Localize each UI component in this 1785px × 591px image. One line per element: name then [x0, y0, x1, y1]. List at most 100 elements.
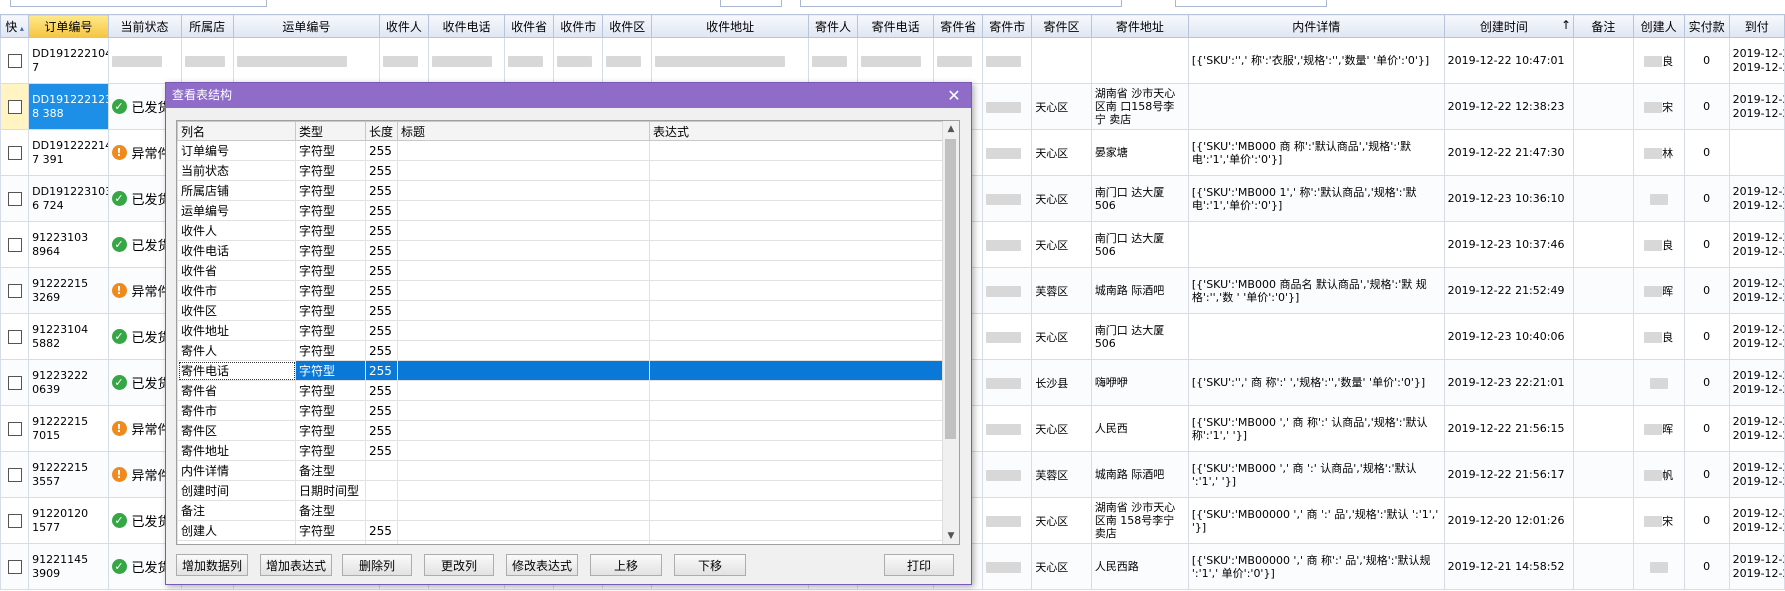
row-checkbox-cell[interactable] [0, 313, 30, 360]
column-header[interactable]: 创建时间 ↑ [1443, 14, 1575, 38]
order-number-cell[interactable]: DD191222123 8 388 [28, 83, 109, 130]
structure-row[interactable]: 寄件地址 字符型 255 [177, 440, 943, 461]
row-checkbox[interactable] [7, 145, 22, 160]
row-checkbox[interactable] [7, 99, 22, 114]
structure-row[interactable]: 寄件省 字符型 255 [177, 380, 943, 401]
structure-row[interactable]: 内件详情 备注型 [177, 460, 943, 481]
filter-input-3[interactable] [800, 0, 1122, 7]
add-data-column-button[interactable]: 增加数据列 [176, 554, 248, 576]
row-checkbox[interactable] [7, 53, 22, 68]
column-header[interactable]: 快 ▴ [0, 14, 30, 38]
row-checkbox-cell[interactable] [0, 37, 30, 84]
row-checkbox[interactable] [7, 467, 22, 482]
structure-row[interactable]: 创建时间 日期时间型 [177, 480, 943, 501]
structure-column-header[interactable]: 类型 [295, 121, 366, 141]
edit-expression-button[interactable]: 修改表达式 [506, 554, 578, 576]
row-checkbox-cell[interactable] [0, 405, 30, 452]
order-number-cell[interactable]: 91223103 8964 [28, 221, 109, 268]
sort-asc-icon[interactable]: ↑ [1561, 18, 1571, 32]
column-header[interactable]: 寄件市 [982, 14, 1033, 38]
column-header[interactable]: 实付款 [1683, 14, 1730, 38]
column-header[interactable]: 收件地址 [651, 14, 809, 38]
column-header[interactable]: 备注 [1573, 14, 1634, 38]
move-down-button[interactable]: 下移 [674, 554, 746, 576]
structure-row[interactable]: 订单编号 字符型 255 [177, 140, 943, 161]
order-number-cell[interactable]: 91221145 3909 [28, 543, 109, 590]
filter-input-2[interactable] [720, 0, 782, 7]
structure-row[interactable]: 收件人 字符型 255 [177, 220, 943, 241]
close-icon[interactable]: ✕ [945, 83, 963, 108]
column-header[interactable]: 收件区 [602, 14, 653, 38]
order-number-cell[interactable]: 91222215 3269 [28, 267, 109, 314]
row-checkbox-cell[interactable] [0, 543, 30, 590]
row-checkbox-cell[interactable] [0, 83, 30, 130]
add-expression-button[interactable]: 增加表达式 [260, 554, 332, 576]
structure-row[interactable]: 收件区 字符型 255 [177, 300, 943, 321]
filter-input-4[interactable] [1175, 0, 1327, 7]
order-number-cell[interactable]: DD191223103 6 724 [28, 175, 109, 222]
structure-column-header[interactable]: 表达式 [649, 121, 943, 141]
structure-row[interactable]: 运单编号 字符型 255 [177, 200, 943, 221]
row-checkbox-cell[interactable] [0, 175, 30, 222]
column-header[interactable]: 收件人 [378, 14, 429, 38]
order-number-cell[interactable]: 91223222 0639 [28, 359, 109, 406]
move-up-button[interactable]: 上移 [590, 554, 662, 576]
structure-column-header[interactable]: 标题 [397, 121, 650, 141]
column-header[interactable]: 创建人 [1632, 14, 1685, 38]
structure-row[interactable]: 创建人 字符型 255 [177, 520, 943, 541]
column-header[interactable]: 寄件电话 [856, 14, 935, 38]
column-header[interactable]: 寄件区 [1031, 14, 1092, 38]
column-header[interactable]: 寄件地址 [1090, 14, 1189, 38]
delete-column-button[interactable]: 删除列 [342, 554, 412, 576]
structure-row[interactable]: 收件省 字符型 255 [177, 260, 943, 281]
order-number-cell[interactable]: 91220120 1577 [28, 497, 109, 544]
print-button[interactable]: 打印 [884, 554, 954, 576]
vertical-scrollbar[interactable]: ▲ ▼ [942, 121, 959, 544]
column-header[interactable]: 订单编号 [28, 14, 109, 38]
order-number-cell[interactable]: 91223104 5882 [28, 313, 109, 360]
scroll-down-icon[interactable]: ▼ [943, 528, 959, 544]
row-checkbox-cell[interactable] [0, 359, 30, 406]
column-header[interactable]: 寄件省 [933, 14, 984, 38]
structure-column-header[interactable]: 列名 [177, 121, 296, 141]
structure-row[interactable]: 寄件区 字符型 255 [177, 420, 943, 441]
row-checkbox-cell[interactable] [0, 267, 30, 314]
order-number-cell[interactable]: DD191222214 7 391 [28, 129, 109, 176]
row-checkbox[interactable] [7, 191, 22, 206]
row-checkbox[interactable] [7, 513, 22, 528]
scroll-thumb[interactable] [945, 139, 956, 439]
structure-row[interactable]: 收件市 字符型 255 [177, 280, 943, 301]
structure-row[interactable]: 寄件人 字符型 255 [177, 340, 943, 361]
row-checkbox-cell[interactable] [0, 451, 30, 498]
scroll-up-icon[interactable]: ▲ [943, 121, 959, 137]
structure-row[interactable]: 寄件电话 字符型 255 [177, 360, 943, 381]
order-number-cell[interactable]: DD191222104 7 [28, 37, 109, 84]
row-checkbox[interactable] [7, 237, 22, 252]
column-header[interactable]: 运单编号 [232, 14, 380, 38]
structure-row[interactable]: 备注 备注型 [177, 500, 943, 521]
structure-row[interactable]: 当前状态 字符型 255 [177, 160, 943, 181]
table-row[interactable]: DD191222104 7 [{'SKU':'',' 称':'衣服','规格':'… [0, 37, 1785, 84]
structure-row[interactable]: 所属店铺 字符型 255 [177, 180, 943, 201]
column-header[interactable]: 寄件人 [807, 14, 858, 38]
row-checkbox-cell[interactable] [0, 221, 30, 268]
structure-row[interactable]: 实付款单精度小数 [177, 540, 943, 544]
row-checkbox-cell[interactable] [0, 129, 30, 176]
order-number-cell[interactable]: 91222215 3557 [28, 451, 109, 498]
order-number-cell[interactable]: 91222215 7015 [28, 405, 109, 452]
column-header[interactable]: 当前状态 [107, 14, 182, 38]
column-header[interactable]: 所属店 [180, 14, 234, 38]
column-header[interactable]: 收件电话 [427, 14, 506, 38]
column-header[interactable]: 到付 [1728, 14, 1785, 38]
row-checkbox-cell[interactable] [0, 497, 30, 544]
filter-input-1[interactable] [10, 0, 267, 7]
change-column-button[interactable]: 更改列 [424, 554, 494, 576]
column-header[interactable]: 收件省 [504, 14, 555, 38]
row-checkbox[interactable] [7, 421, 22, 436]
column-header[interactable]: 收件市 [553, 14, 604, 38]
structure-row[interactable]: 寄件市 字符型 255 [177, 400, 943, 421]
row-checkbox[interactable] [7, 375, 22, 390]
row-checkbox[interactable] [7, 329, 22, 344]
structure-row[interactable]: 收件电话 字符型 255 [177, 240, 943, 261]
structure-column-header[interactable]: 长度 [365, 121, 398, 141]
